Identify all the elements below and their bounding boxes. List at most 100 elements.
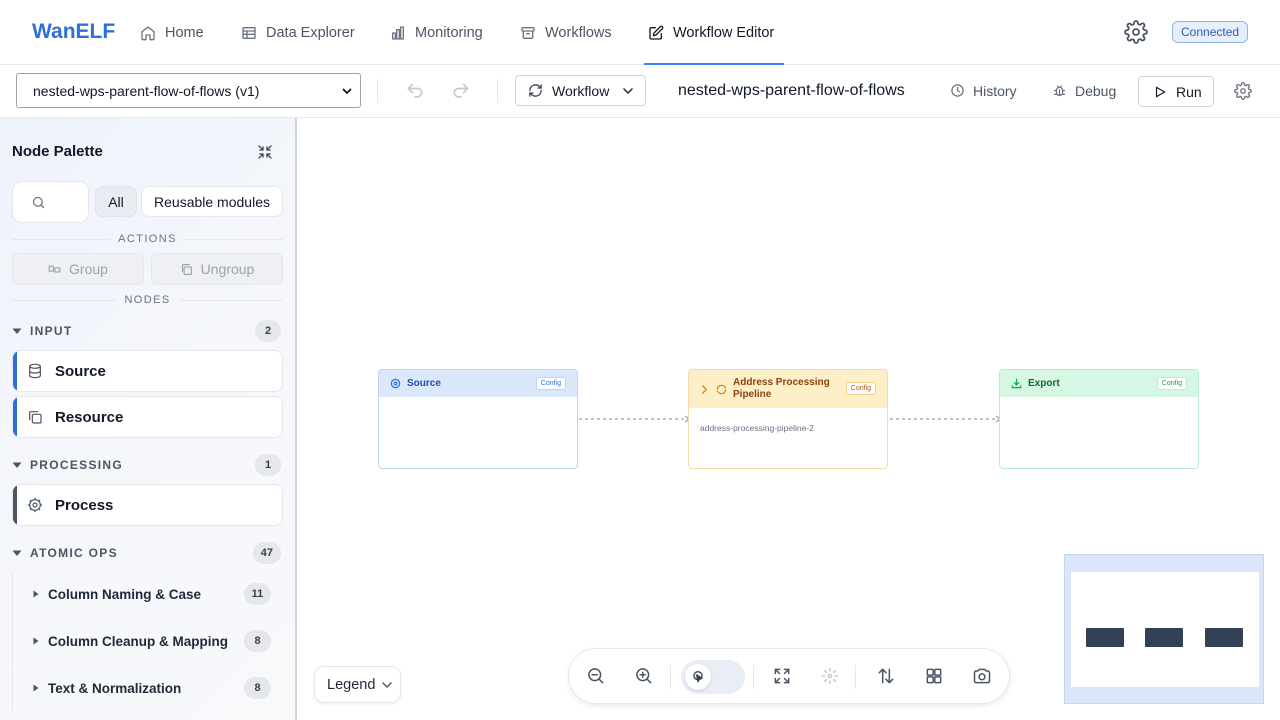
tab-data-explorer-label: Data Explorer [266, 24, 355, 41]
tab-workflow-editor[interactable]: Workflow Editor [644, 0, 784, 65]
brand-logo[interactable]: WanELF [32, 20, 115, 44]
play-icon [1155, 86, 1166, 97]
copy-icon [29, 411, 42, 424]
redo-icon[interactable] [451, 81, 471, 101]
actions-divider: ACTIONS [12, 233, 283, 245]
category-atomic-ops-header[interactable]: ATOMIC OPS 47 [12, 542, 283, 564]
config-button[interactable]: Config [535, 377, 566, 390]
minimap[interactable] [1064, 554, 1264, 704]
config-button[interactable]: Config [1156, 377, 1187, 390]
group-label: Group [69, 261, 108, 277]
category-count-badge: 2 [255, 320, 281, 342]
collapse-icon[interactable] [257, 144, 273, 160]
chevron-down-icon [382, 681, 393, 688]
mode-dropdown-label: Workflow [552, 82, 610, 99]
toolbar-divider [497, 79, 498, 103]
legend-button[interactable]: Legend [314, 666, 401, 703]
tab-workflows[interactable]: Workflows [515, 0, 617, 65]
palette-title: Node Palette [12, 143, 103, 160]
chevron-down-icon [623, 87, 634, 94]
palette-node-resource[interactable]: Resource [12, 396, 283, 438]
flow-version-select[interactable]: nested-wps-parent-flow-of-flows (v1) [16, 73, 361, 108]
clock-icon [951, 84, 964, 97]
legend-label: Legend [327, 676, 376, 693]
pan-mode-toggle[interactable] [681, 660, 745, 694]
chevron-right-icon[interactable] [699, 384, 710, 395]
pointer-icon [693, 671, 703, 683]
workflow-canvas[interactable]: Source Config Address Processing Pipelin… [297, 118, 1280, 720]
tab-data-explorer[interactable]: Data Explorer [236, 0, 360, 65]
node-title: Source [407, 378, 441, 389]
subgroup-column-cleanup-mapping[interactable]: Column Cleanup & Mapping 8 [12, 618, 283, 664]
chevron-down-icon [342, 88, 352, 94]
zoom-in-icon[interactable] [634, 666, 656, 688]
auto-layout-icon[interactable] [820, 666, 842, 688]
ungroup-button[interactable]: Ungroup [151, 253, 283, 285]
tab-home[interactable]: Home [135, 0, 209, 65]
run-button[interactable]: Run [1138, 76, 1214, 107]
source-node-icon [390, 378, 401, 389]
copy-icon [181, 263, 192, 275]
tab-home-label: Home [165, 24, 204, 41]
caret-right-icon [33, 637, 39, 645]
run-label: Run [1176, 83, 1202, 100]
subgroup-label: Text & Normalization [48, 680, 182, 696]
toolbar-settings-gear-icon[interactable] [1234, 82, 1252, 100]
zoom-out-icon[interactable] [586, 666, 608, 688]
bug-icon [1053, 85, 1066, 97]
category-atomic-ops-label: ATOMIC OPS [30, 546, 118, 560]
subgroup-count-badge: 8 [244, 677, 271, 699]
category-count-badge: 1 [255, 454, 281, 476]
settings-gear-icon[interactable] [1124, 20, 1148, 44]
bar-chart-icon [392, 25, 404, 40]
palette-node-process[interactable]: Process [12, 484, 283, 526]
subgroup-count-badge: 11 [244, 583, 271, 605]
subgroup-text-normalization[interactable]: Text & Normalization 8 [12, 665, 283, 711]
undo-icon[interactable] [405, 81, 425, 101]
category-processing-header[interactable]: PROCESSING 1 [12, 454, 283, 476]
node-palette: Node Palette All Reusable modules ACTION… [0, 118, 297, 720]
history-button[interactable]: History [950, 75, 1017, 106]
sort-arrows-icon[interactable] [876, 666, 898, 688]
edit-icon [649, 25, 664, 40]
category-processing-label: PROCESSING [30, 458, 124, 472]
palette-node-resource-label: Resource [55, 408, 124, 426]
palette-node-source[interactable]: Source [12, 350, 283, 392]
connection-status-badge: Connected [1172, 21, 1249, 43]
home-icon [141, 25, 155, 40]
top-navigation: WanELF Home Data Explorer Monitoring Wor… [0, 0, 1280, 65]
subgroup-column-naming-case[interactable]: Column Naming & Case 11 [12, 571, 283, 617]
palette-node-process-label: Process [55, 496, 114, 514]
grid-icon[interactable] [924, 666, 946, 688]
minimap-node [1205, 628, 1243, 647]
archive-icon [521, 26, 535, 39]
fit-view-icon[interactable] [772, 666, 794, 688]
minimap-viewport[interactable] [1071, 572, 1259, 687]
minimap-node [1086, 628, 1124, 647]
node-title: Address Processing Pipeline [733, 377, 830, 400]
history-label: History [973, 82, 1017, 99]
search-icon [32, 196, 45, 209]
subgroup-label: Column Naming & Case [48, 586, 202, 602]
config-button[interactable]: Config [845, 382, 876, 395]
download-icon [1011, 378, 1022, 389]
flow-title: nested-wps-parent-flow-of-flows [678, 82, 905, 99]
filter-all-chip[interactable]: All [95, 186, 137, 217]
refresh-icon [716, 384, 727, 394]
camera-icon[interactable] [972, 666, 994, 688]
caret-right-icon [33, 684, 39, 692]
nodes-divider: NODES [12, 294, 283, 306]
node-subtitle: address-processing-pipeline-2 [700, 423, 814, 433]
debug-button[interactable]: Debug [1052, 75, 1116, 106]
flow-node-source[interactable]: Source Config [378, 369, 578, 469]
filter-reusable-modules-chip[interactable]: Reusable modules [141, 186, 283, 217]
mode-dropdown-button[interactable]: Workflow [515, 75, 646, 106]
category-input-header[interactable]: INPUT 2 [12, 320, 283, 342]
flow-node-address-processing-pipeline[interactable]: Address Processing Pipeline Config addre… [688, 369, 888, 469]
group-button[interactable]: Group [12, 253, 144, 285]
tab-monitoring[interactable]: Monitoring [385, 0, 488, 65]
palette-search-input[interactable] [12, 181, 89, 223]
flow-node-export[interactable]: Export Config [999, 369, 1199, 469]
editor-toolbar: nested-wps-parent-flow-of-flows (v1) Wor… [0, 65, 1280, 118]
ungroup-label: Ungroup [200, 261, 255, 277]
